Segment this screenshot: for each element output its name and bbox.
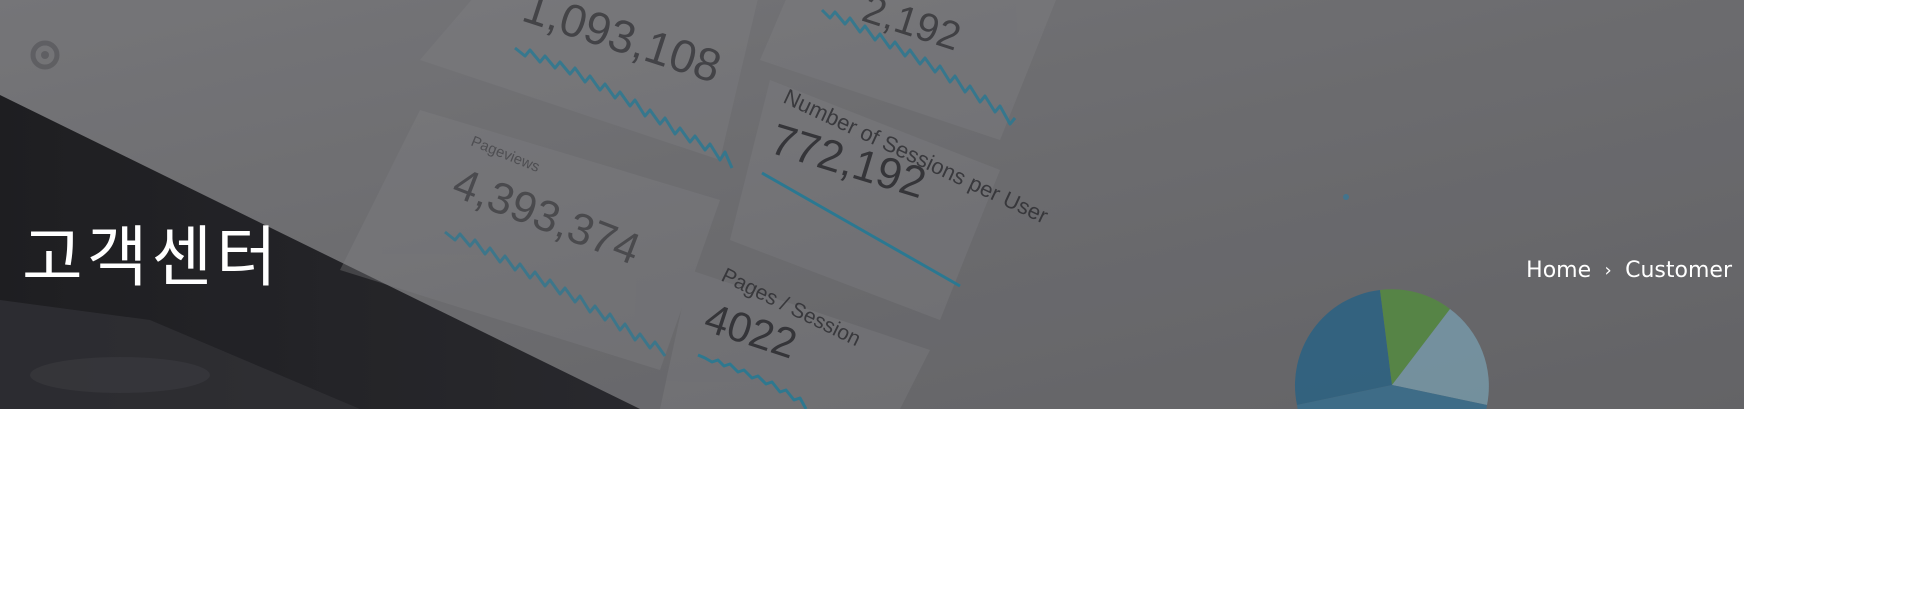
page-header-banner: 1,093,108 2,192 Pageviews 4,393,374 Numb… [0, 0, 1744, 409]
breadcrumb: Home › Customer [1526, 256, 1732, 286]
banner-overlay [0, 0, 1744, 409]
page-title: 고객센터 [22, 219, 281, 296]
breadcrumb-home-link[interactable]: Home [1526, 256, 1591, 286]
breadcrumb-current: Customer [1625, 258, 1732, 283]
chevron-right-icon: › [1604, 260, 1612, 281]
